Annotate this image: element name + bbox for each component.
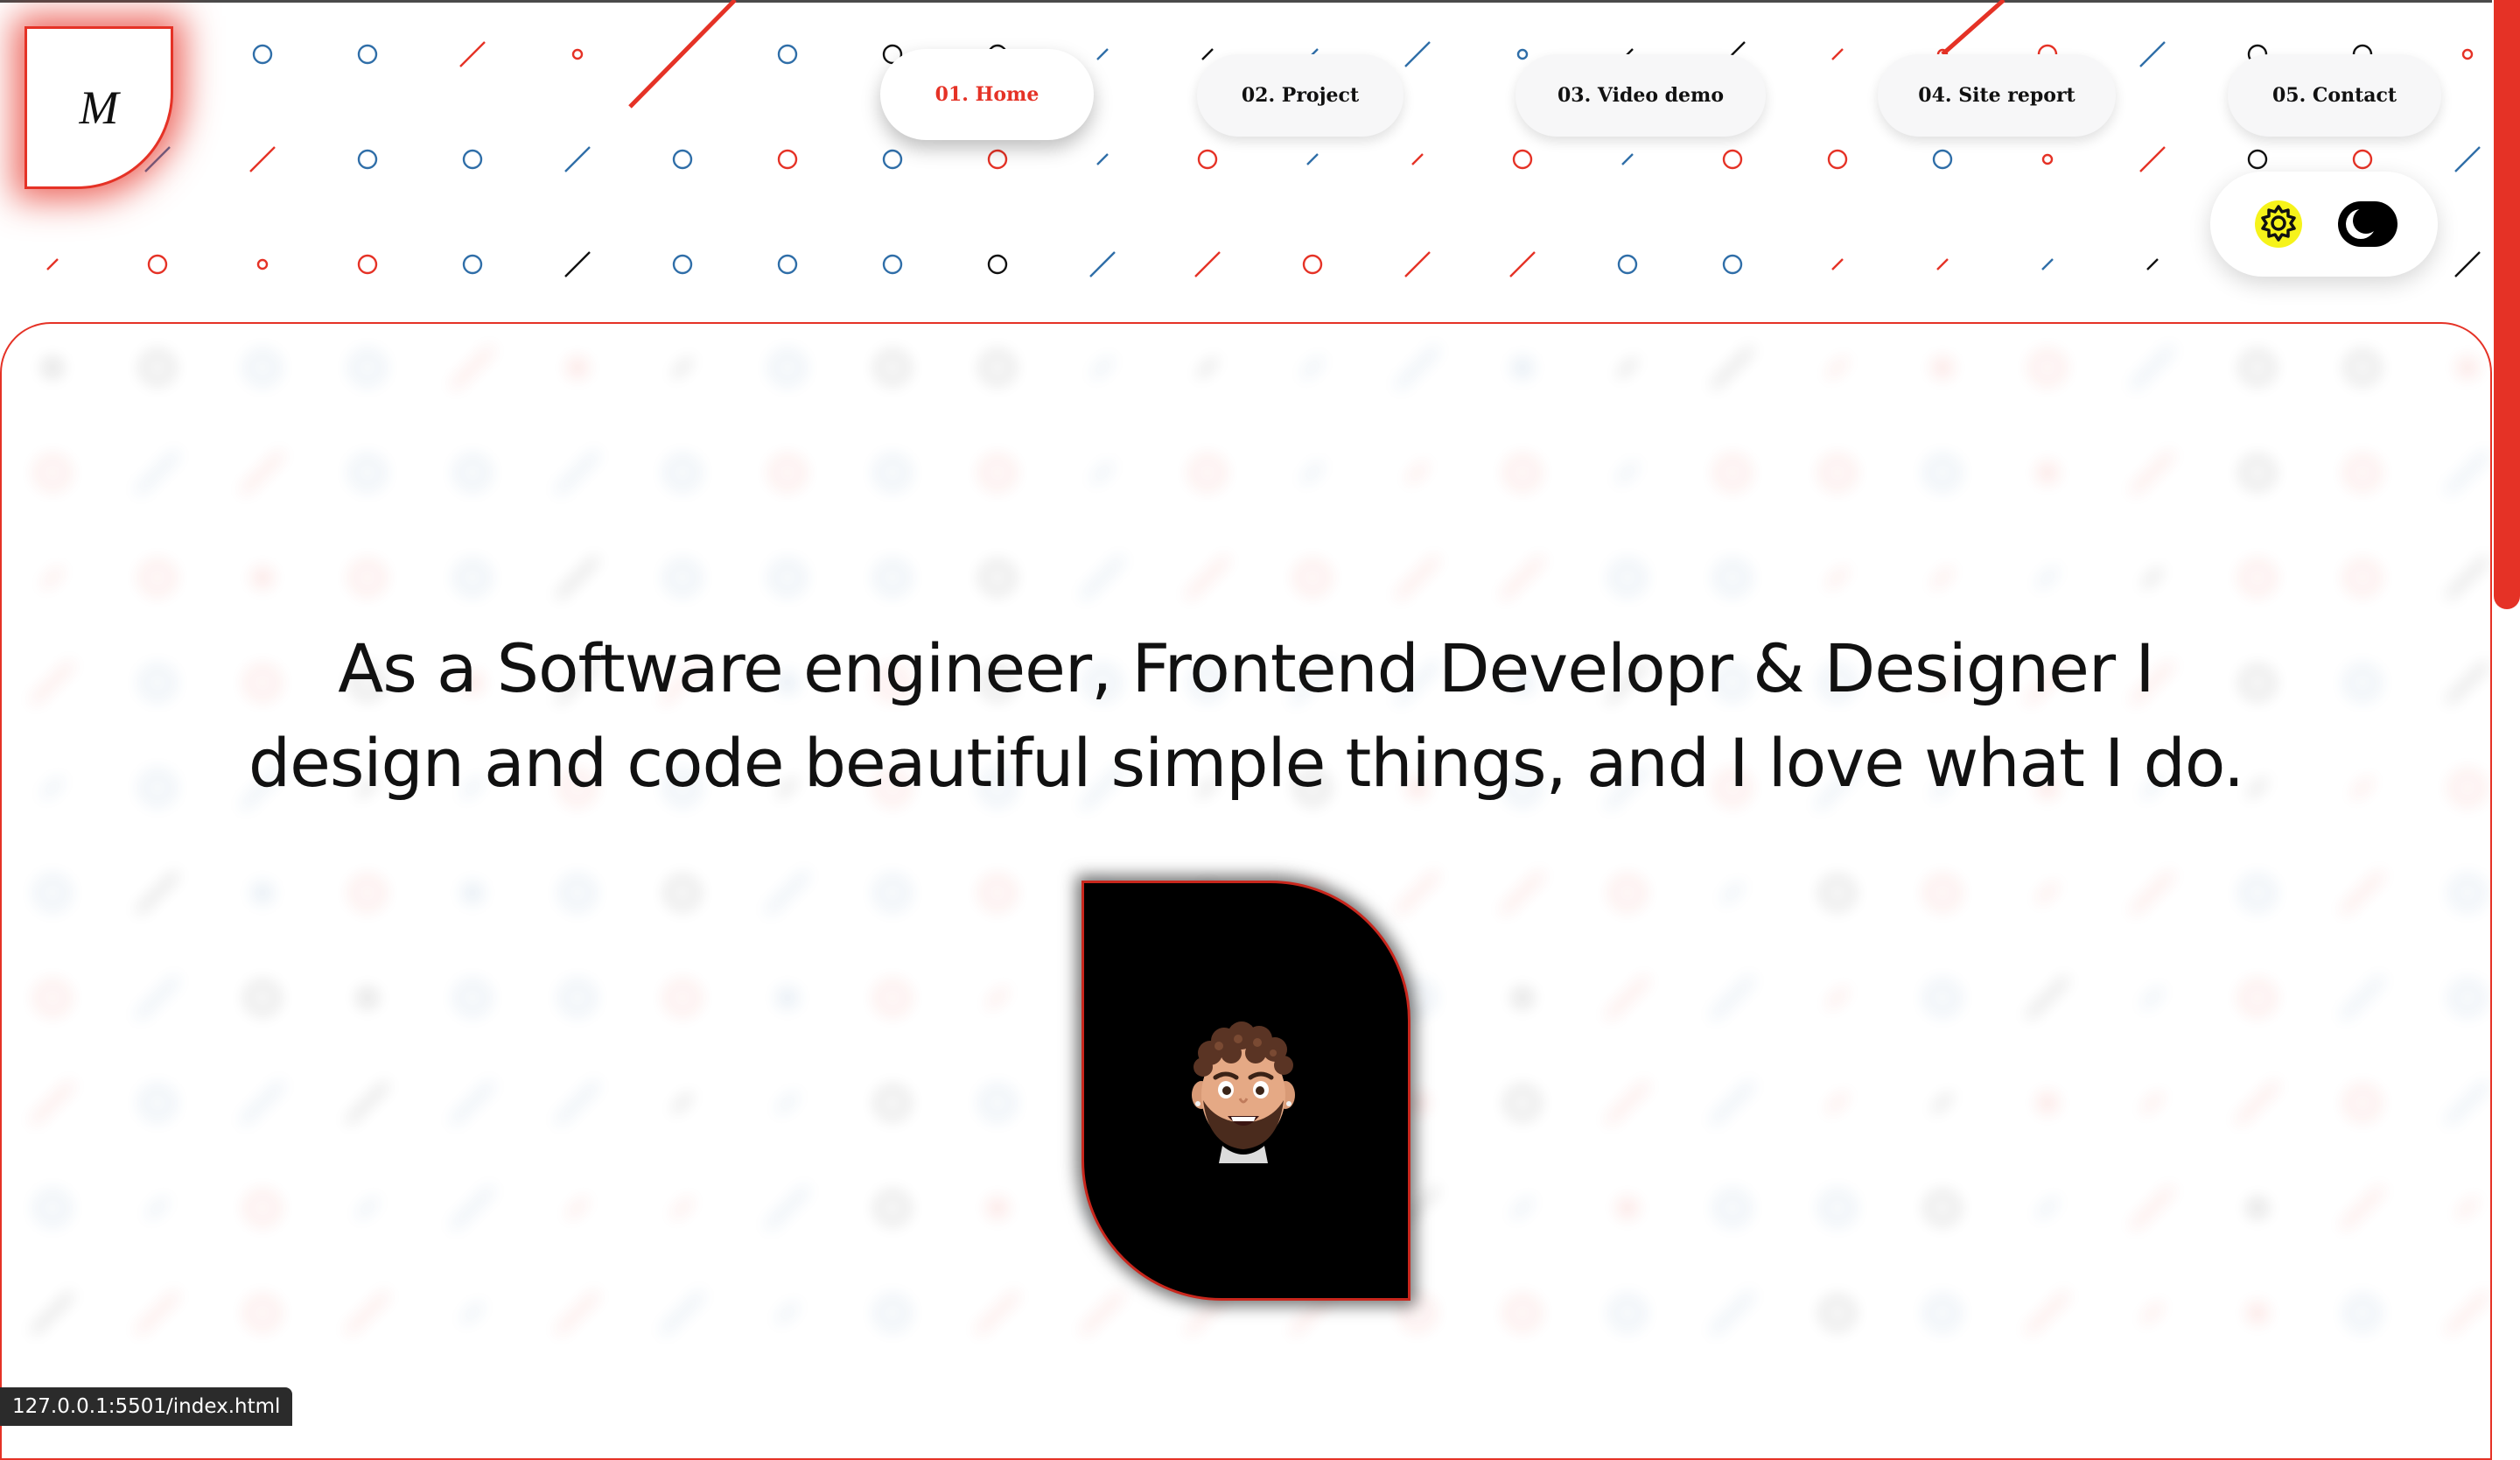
- pattern-slash: [1096, 48, 1109, 60]
- pattern-slash: [2454, 251, 2481, 277]
- pattern-slash: [249, 146, 276, 172]
- pattern-circle: [1722, 149, 1743, 170]
- nav-site-report-label: 04. Site report: [1918, 84, 2076, 107]
- pattern-circle: [462, 254, 483, 275]
- pattern-circle: [1827, 149, 1848, 170]
- pattern-circle: [1722, 254, 1743, 275]
- nav-project-label: 02. Project: [1241, 84, 1360, 107]
- pattern-circle: [777, 44, 798, 65]
- nav-contact-label: 05. Contact: [2272, 84, 2398, 107]
- pattern-circle: [1932, 149, 1953, 170]
- nav-contact[interactable]: 05. Contact: [2228, 54, 2441, 137]
- pattern-circle: [2352, 149, 2373, 170]
- pattern-circle: [2247, 149, 2268, 170]
- pattern-circle: [882, 254, 903, 275]
- pattern-circle: [357, 44, 378, 65]
- pattern-circle: [882, 149, 903, 170]
- pattern-circle: [1197, 149, 1218, 170]
- pattern-slash: [2139, 146, 2166, 172]
- pattern-slash: [1096, 153, 1109, 165]
- logo-letter: M: [79, 81, 119, 134]
- avatar-card: [1082, 881, 1410, 1301]
- pattern-circle: [147, 254, 168, 275]
- nav-project[interactable]: 02. Project: [1197, 54, 1404, 137]
- pattern-circle: [777, 254, 798, 275]
- hero-headline: As a Software engineer, Frontend Develop…: [0, 621, 2492, 811]
- hero-headline-line-1: As a Software engineer, Frontend Develop…: [338, 629, 2154, 707]
- theme-toggle: [2210, 172, 2438, 277]
- pattern-circle: [1302, 254, 1323, 275]
- pattern-slash: [2454, 146, 2481, 172]
- pattern-slash: [1201, 48, 1214, 60]
- pattern-slash: [1194, 251, 1221, 277]
- pattern-circle: [672, 149, 693, 170]
- nav-video-demo[interactable]: 03. Video demo: [1516, 54, 1766, 137]
- scrollbar-thumb[interactable]: [2494, 0, 2520, 609]
- pattern-slash: [1621, 153, 1634, 165]
- nav-home[interactable]: 01. Home: [880, 49, 1094, 140]
- sun-gear-icon[interactable]: [2254, 200, 2303, 249]
- status-bar-url: 127.0.0.1:5501/index.html: [0, 1387, 293, 1426]
- pattern-slash: [564, 251, 591, 277]
- pattern-long-slash: [1941, 0, 2006, 56]
- pattern-slash: [1411, 153, 1424, 165]
- pattern-long-slash: [628, 0, 737, 109]
- pattern-circle: [2041, 153, 2054, 165]
- pattern-circle: [571, 48, 584, 60]
- pattern-slash: [1089, 251, 1116, 277]
- pattern-slash: [1404, 41, 1431, 67]
- nav-video-demo-label: 03. Video demo: [1557, 84, 1725, 107]
- pattern-circle: [462, 149, 483, 170]
- pattern-circle: [987, 149, 1008, 170]
- pattern-slash: [2139, 41, 2166, 67]
- moon-icon[interactable]: [2336, 200, 2399, 249]
- pattern-slash: [459, 41, 486, 67]
- pattern-circle: [672, 254, 693, 275]
- pattern-circle: [1512, 149, 1533, 170]
- pattern-slash: [1831, 48, 1844, 60]
- memoji-avatar-icon: [1192, 1021, 1295, 1163]
- pattern-circle: [2461, 48, 2474, 60]
- hero-headline-line-2: design and code beautiful simple things,…: [248, 724, 2244, 802]
- pattern-slash: [1306, 153, 1319, 165]
- pattern-slash: [2146, 258, 2159, 270]
- pattern-circle: [1617, 254, 1638, 275]
- nav-home-label: 01. Home: [934, 83, 1040, 106]
- pattern-circle: [987, 254, 1008, 275]
- pattern-circle: [777, 149, 798, 170]
- nav-site-report[interactable]: 04. Site report: [1878, 54, 2116, 137]
- pattern-slash: [1404, 251, 1431, 277]
- pattern-slash: [2041, 258, 2054, 270]
- decorative-pattern: [42, 0, 2481, 277]
- pattern-slash: [564, 146, 591, 172]
- pattern-circle: [1516, 48, 1529, 60]
- pattern-slash: [1831, 258, 1844, 270]
- pattern-circle: [357, 254, 378, 275]
- pattern-circle: [357, 149, 378, 170]
- pattern-slash: [46, 258, 59, 270]
- pattern-circle: [252, 44, 273, 65]
- pattern-circle: [256, 258, 269, 270]
- pattern-slash: [1936, 258, 1949, 270]
- pattern-slash: [1509, 251, 1536, 277]
